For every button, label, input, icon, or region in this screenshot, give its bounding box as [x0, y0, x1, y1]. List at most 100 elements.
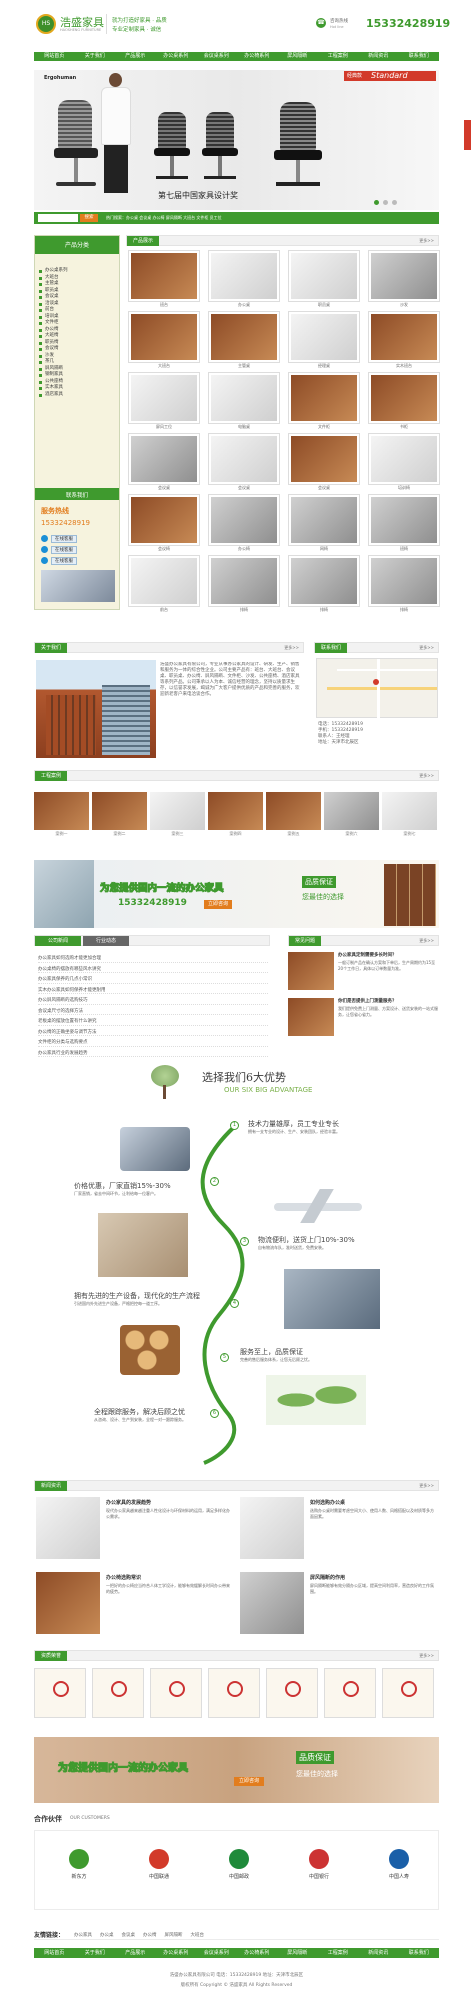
product-card[interactable]: 培训椅 — [368, 433, 440, 490]
news2-item[interactable]: 办公椅选购常识 一把好的办公椅应当符合人体工学设计，能够有效缓解长时间办公带来的疲… — [34, 1570, 234, 1640]
nav-item[interactable]: 屏风隔断 — [277, 52, 318, 61]
certificate-image[interactable] — [150, 1668, 202, 1718]
news2-item[interactable]: 办公家具的发展趋势 现代办公家具越来越注重人性化设计与环保材料的运用，满足多样化办… — [34, 1495, 234, 1565]
partner-logo[interactable]: 中国邮政 — [209, 1849, 269, 1893]
nav-item[interactable]: 新闻资讯 — [358, 52, 399, 61]
products-more-link[interactable]: 更多>> — [419, 238, 434, 244]
friend-link[interactable]: 办公椅 — [143, 1933, 157, 1938]
banner-pager[interactable] — [374, 200, 414, 206]
product-card[interactable]: 电脑桌 — [208, 372, 280, 429]
friend-link[interactable]: 屏风隔断 — [165, 1933, 183, 1938]
news-item[interactable]: 文件柜的分类与选购要点 — [38, 1036, 268, 1047]
side-float-tab[interactable] — [464, 120, 471, 150]
product-card[interactable]: 办公桌 — [208, 250, 280, 307]
nav-item[interactable]: 联系我们 — [399, 52, 440, 61]
search-button[interactable]: 搜索 — [80, 214, 98, 222]
contact-more-link[interactable]: 更多>> — [419, 645, 434, 651]
promo-button[interactable]: 立即咨询 — [204, 900, 232, 909]
product-card[interactable]: 大班台 — [128, 311, 200, 368]
case-card[interactable]: 案例六 — [324, 792, 379, 837]
friend-link[interactable]: 大班台 — [191, 1933, 205, 1938]
nav-item[interactable]: 办公桌系列 — [156, 52, 197, 61]
contact-map[interactable] — [316, 658, 438, 719]
faq-item[interactable]: 办公家具定制需要多长时间？ 一般订制产品在确认方案和下单后，生产周期约为15至20… — [288, 950, 439, 994]
product-card[interactable]: 经理桌 — [288, 311, 360, 368]
news-item[interactable]: 办公家具保养的几点小常识 — [38, 973, 268, 984]
qq-button[interactable]: 在线客服 — [41, 545, 111, 555]
certificate-image[interactable] — [92, 1668, 144, 1718]
certs-more-link[interactable]: 更多>> — [419, 1653, 434, 1659]
friend-link[interactable]: 会议桌 — [122, 1933, 136, 1938]
certificate-image[interactable] — [34, 1668, 86, 1718]
certificate-image[interactable] — [208, 1668, 260, 1718]
partner-logo[interactable]: 中国银行 — [289, 1849, 349, 1893]
footer-nav-item[interactable]: 办公椅系列 — [237, 1948, 278, 1958]
case-card[interactable]: 案例七 — [382, 792, 437, 837]
service-phone[interactable]: 15332428919 — [41, 519, 90, 527]
tab-industry-news[interactable]: 行业动态 — [83, 936, 129, 946]
product-card[interactable]: 排椅 — [368, 555, 440, 612]
product-card[interactable]: 屏风工位 — [128, 372, 200, 429]
product-card[interactable]: 职员桌 — [288, 250, 360, 307]
friend-link[interactable]: 办公桌 — [100, 1933, 114, 1938]
product-card[interactable]: 前台 — [128, 555, 200, 612]
footer-nav-item[interactable]: 屏风隔断 — [277, 1948, 318, 1958]
product-card[interactable]: 网椅 — [288, 494, 360, 551]
nav-item[interactable]: 网站首页 — [34, 52, 75, 61]
news-item[interactable]: 老板桌的摆放位置有什么讲究 — [38, 1015, 268, 1026]
certificate-image[interactable] — [266, 1668, 318, 1718]
news-item[interactable]: 实木办公家具如何保养才能更耐用 — [38, 984, 268, 994]
cases-more-link[interactable]: 更多>> — [419, 773, 434, 779]
hero-banner[interactable]: Ergohuman 经典款 Standard 第七届中国家具设计奖 — [34, 70, 439, 210]
promo-phone[interactable]: 15332428919 — [118, 898, 187, 908]
logo-icon[interactable]: HS — [36, 14, 56, 34]
product-card[interactable]: 班台 — [128, 250, 200, 307]
case-card[interactable]: 案例四 — [208, 792, 263, 837]
promo2-banner[interactable]: 为您提供国内一流的办公家具 立即咨询 品质保证 您最佳的选择 — [34, 1737, 439, 1803]
qq-button[interactable]: 在线客服 — [41, 534, 111, 544]
product-card[interactable]: 班椅 — [368, 494, 440, 551]
news-item[interactable]: 办公椅的正确坐姿与调节方法 — [38, 1026, 268, 1036]
product-card[interactable]: 排椅 — [288, 555, 360, 612]
product-card[interactable]: 会议桌 — [208, 433, 280, 490]
product-card[interactable]: 书柜 — [368, 372, 440, 429]
news2-item[interactable]: 屏风隔断的作用 屏风隔断能够有效分隔办公区域，提高空间利用率，营造良好的工作氛围。 — [238, 1570, 438, 1640]
footer-nav-item[interactable]: 办公桌系列 — [156, 1948, 197, 1958]
qq-button[interactable]: 在线客服 — [41, 556, 111, 566]
hotline-number[interactable]: 15332428919 — [366, 17, 450, 30]
case-card[interactable]: 案例五 — [266, 792, 321, 837]
news-item[interactable]: 办公桌椅的摆放有哪些风水讲究 — [38, 963, 268, 973]
news-item[interactable]: 会议桌尺寸的选择方法 — [38, 1005, 268, 1015]
product-card[interactable]: 沙发 — [368, 250, 440, 307]
partner-logo[interactable]: 中国人寿 — [369, 1849, 429, 1893]
friend-link[interactable]: 办公家具 — [74, 1933, 92, 1938]
product-card[interactable]: 实木班台 — [368, 311, 440, 368]
nav-item[interactable]: 会议桌系列 — [196, 52, 237, 61]
footer-nav-item[interactable]: 产品展示 — [115, 1948, 156, 1958]
news2-more-link[interactable]: 更多>> — [419, 1483, 434, 1489]
footer-nav-item[interactable]: 新闻资讯 — [358, 1948, 399, 1958]
promo-banner[interactable]: 为您提供国内一流的办公家具 15332428919 立即咨询 品质保证 您最佳的… — [34, 860, 439, 928]
faq-more-link[interactable]: 更多>> — [419, 938, 434, 944]
nav-item[interactable]: 办公椅系列 — [237, 52, 278, 61]
certificate-image[interactable] — [324, 1668, 376, 1718]
footer-nav-item[interactable]: 关于我们 — [75, 1948, 116, 1958]
nav-item[interactable]: 关于我们 — [75, 52, 116, 61]
footer-nav-item[interactable]: 网站首页 — [34, 1948, 75, 1958]
product-card[interactable]: 文件柜 — [288, 372, 360, 429]
news2-item[interactable]: 如何选购办公桌 选购办公桌时需要考虑空间大小、使用人数、风格搭配以及材质等多方面因… — [238, 1495, 438, 1565]
footer-nav-item[interactable]: 会议桌系列 — [196, 1948, 237, 1958]
case-card[interactable]: 案例一 — [34, 792, 89, 837]
promo2-button[interactable]: 立即咨询 — [234, 1777, 264, 1786]
partner-logo[interactable]: 中国联通 — [129, 1849, 189, 1893]
case-card[interactable]: 案例二 — [92, 792, 147, 837]
faq-item[interactable]: 你们是否提供上门测量服务？ 我们提供免费上门测量、方案设计、送货安装的一站式服务，… — [288, 996, 439, 1040]
product-card[interactable]: 会议桌 — [128, 433, 200, 490]
product-card[interactable]: 办公椅 — [208, 494, 280, 551]
news-item[interactable]: 办公家具如何选购才能更加合理 — [38, 952, 268, 963]
about-more-link[interactable]: 更多>> — [284, 645, 299, 651]
news-item[interactable]: 办公屏风隔断的选购技巧 — [38, 994, 268, 1005]
product-card[interactable]: 排椅 — [208, 555, 280, 612]
nav-item[interactable]: 工程案例 — [318, 52, 359, 61]
tab-company-news[interactable]: 公司新闻 — [35, 936, 81, 946]
